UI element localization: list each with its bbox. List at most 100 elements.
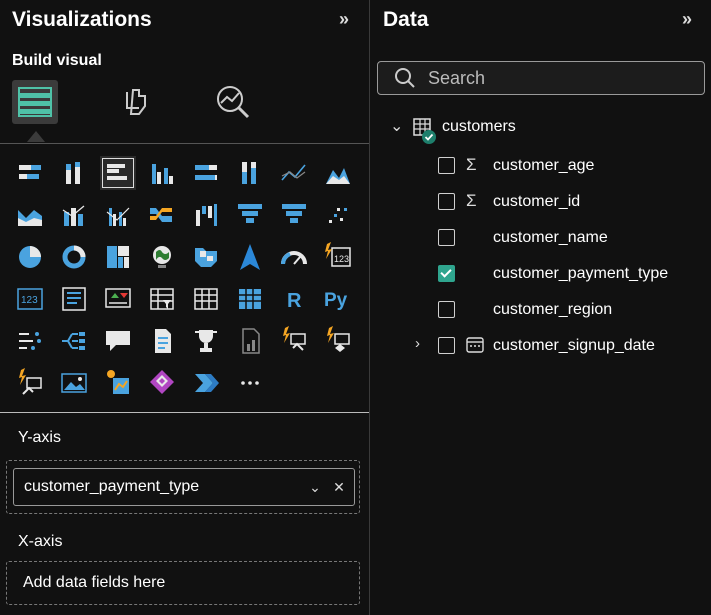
- ribbon-chart-icon[interactable]: [144, 198, 180, 232]
- field-checkbox[interactable]: [438, 229, 455, 246]
- more-visuals-icon-glyph: [241, 381, 259, 385]
- scatter-chart-icon[interactable]: [276, 198, 312, 232]
- line-chart-icon[interactable]: [276, 156, 312, 190]
- power-apps-icon-glyph: [195, 330, 217, 352]
- stacked-bar-chart-icon-glyph: [19, 165, 41, 179]
- format-visual-icon: [126, 89, 146, 115]
- chevron-down-icon[interactable]: ⌄: [306, 479, 324, 496]
- divider: [0, 143, 369, 144]
- x-axis-well[interactable]: Add data fields here: [6, 561, 360, 605]
- power-bi-app-icon[interactable]: [144, 366, 180, 400]
- expand-data-icon[interactable]: »: [682, 9, 692, 30]
- line-clustered-column-chart-icon[interactable]: [100, 198, 136, 232]
- sigma-icon: Σ: [466, 155, 477, 174]
- treemap-icon[interactable]: [56, 240, 92, 274]
- gauge-icon[interactable]: [232, 240, 268, 274]
- multi-row-card-icon[interactable]: 123: [320, 240, 356, 274]
- clustered-bar-chart-icon[interactable]: [100, 156, 136, 190]
- power-apps-icon[interactable]: [100, 366, 136, 400]
- chevron-down-icon[interactable]: ⌄: [390, 116, 403, 136]
- search-input[interactable]: Search: [377, 61, 705, 95]
- field-name: customer_id: [493, 193, 581, 210]
- chevron-right-icon[interactable]: ›: [415, 335, 420, 352]
- filled-map-icon[interactable]: [144, 240, 180, 274]
- field-row[interactable]: Σcustomer_age: [370, 152, 711, 180]
- power-automate-icon[interactable]: [232, 324, 268, 358]
- waterfall-chart-icon[interactable]: [188, 198, 224, 232]
- field-row[interactable]: customer_name: [370, 224, 711, 252]
- y-axis-well[interactable]: customer_payment_type ⌄ ✕: [6, 460, 360, 514]
- stacked-bar-chart-icon[interactable]: [12, 156, 48, 190]
- svg-text:R: R: [287, 290, 302, 312]
- key-influencers-icon[interactable]: R: [276, 282, 312, 316]
- decomposition-tree-icon[interactable]: Py: [320, 282, 356, 316]
- power-apps-icon[interactable]: [188, 324, 224, 358]
- field-checkbox[interactable]: [438, 157, 455, 174]
- r-visual-icon-glyph: [194, 288, 218, 310]
- slicer-icon[interactable]: [56, 282, 92, 316]
- field-checkbox[interactable]: [438, 337, 455, 354]
- narrative-icon[interactable]: [320, 324, 356, 358]
- pie-chart-icon[interactable]: [320, 198, 356, 232]
- field-row[interactable]: customer_payment_type: [370, 260, 711, 288]
- qa-icon-glyph: [19, 332, 41, 350]
- python-visual-icon[interactable]: [232, 282, 268, 316]
- x-axis-placeholder: Add data fields here: [23, 574, 166, 591]
- table-icon: [413, 118, 436, 144]
- analytics-tab[interactable]: [210, 80, 256, 124]
- stacked-area-chart-icon[interactable]: [12, 198, 48, 232]
- azure-map-icon[interactable]: [188, 240, 224, 274]
- qa-icon[interactable]: [12, 324, 48, 358]
- kpi-icon[interactable]: 123: [12, 282, 48, 316]
- area-chart-icon[interactable]: [320, 156, 356, 190]
- svg-text:123: 123: [21, 295, 38, 306]
- stacked-column-chart-icon-glyph: [66, 162, 80, 184]
- power-automate-icon[interactable]: [12, 366, 48, 400]
- paginated-report-icon[interactable]: [100, 324, 136, 358]
- expand-visualizations-icon[interactable]: »: [339, 9, 349, 30]
- waterfall-chart-icon-glyph: [196, 204, 217, 226]
- matrix-icon-glyph: [150, 288, 174, 310]
- donut-chart-icon-glyph: [19, 246, 41, 268]
- line-stacked-column-chart-icon[interactable]: [56, 198, 92, 232]
- 100-stacked-column-chart-icon[interactable]: [232, 156, 268, 190]
- build-visual-icon: [18, 87, 52, 117]
- format-visual-tab[interactable]: [112, 80, 158, 124]
- card-icon[interactable]: [276, 240, 312, 274]
- metrics-icon-glyph: [155, 329, 171, 353]
- field-row[interactable]: Σcustomer_id: [370, 188, 711, 216]
- power-platform-icon[interactable]: [188, 366, 224, 400]
- field-checkbox[interactable]: [438, 265, 455, 282]
- paginated-report-icon-glyph: [106, 331, 130, 351]
- field-name: customer_age: [493, 157, 595, 174]
- remove-field-icon[interactable]: ✕: [330, 479, 348, 496]
- field-checkbox[interactable]: [438, 193, 455, 210]
- field-row[interactable]: › customer_signup_date: [370, 332, 711, 360]
- metrics-icon[interactable]: [144, 324, 180, 358]
- power-platform-icon-glyph: [195, 374, 219, 392]
- donut-chart-icon[interactable]: [12, 240, 48, 274]
- clustered-column-chart-icon[interactable]: [144, 156, 180, 190]
- stacked-area-chart-icon-glyph: [18, 210, 42, 226]
- pie-chart-icon-glyph: [329, 208, 347, 223]
- field-row[interactable]: customer_region: [370, 296, 711, 324]
- map-icon[interactable]: [100, 240, 136, 274]
- r-visual-icon[interactable]: [188, 282, 224, 316]
- image-icon[interactable]: [56, 366, 92, 400]
- key-influencers-icon-glyph: R: [287, 290, 302, 312]
- more-visuals-icon[interactable]: [232, 366, 268, 400]
- table-icon[interactable]: [100, 282, 136, 316]
- smart-narrative-icon[interactable]: [56, 324, 92, 358]
- more-visuals-icon[interactable]: [276, 324, 312, 358]
- stacked-column-chart-icon[interactable]: [56, 156, 92, 190]
- build-visual-tab[interactable]: [12, 80, 58, 124]
- matrix-icon[interactable]: [144, 282, 180, 316]
- funnel-chart-icon[interactable]: [232, 198, 268, 232]
- divider: [0, 412, 369, 413]
- y-axis-field-pill[interactable]: customer_payment_type ⌄ ✕: [13, 468, 355, 506]
- 100-stacked-bar-chart-icon[interactable]: [188, 156, 224, 190]
- table-icon-glyph: [105, 288, 131, 308]
- treemap-icon-glyph: [62, 245, 86, 269]
- y-axis-field-name: customer_payment_type: [24, 478, 200, 495]
- field-checkbox[interactable]: [438, 301, 455, 318]
